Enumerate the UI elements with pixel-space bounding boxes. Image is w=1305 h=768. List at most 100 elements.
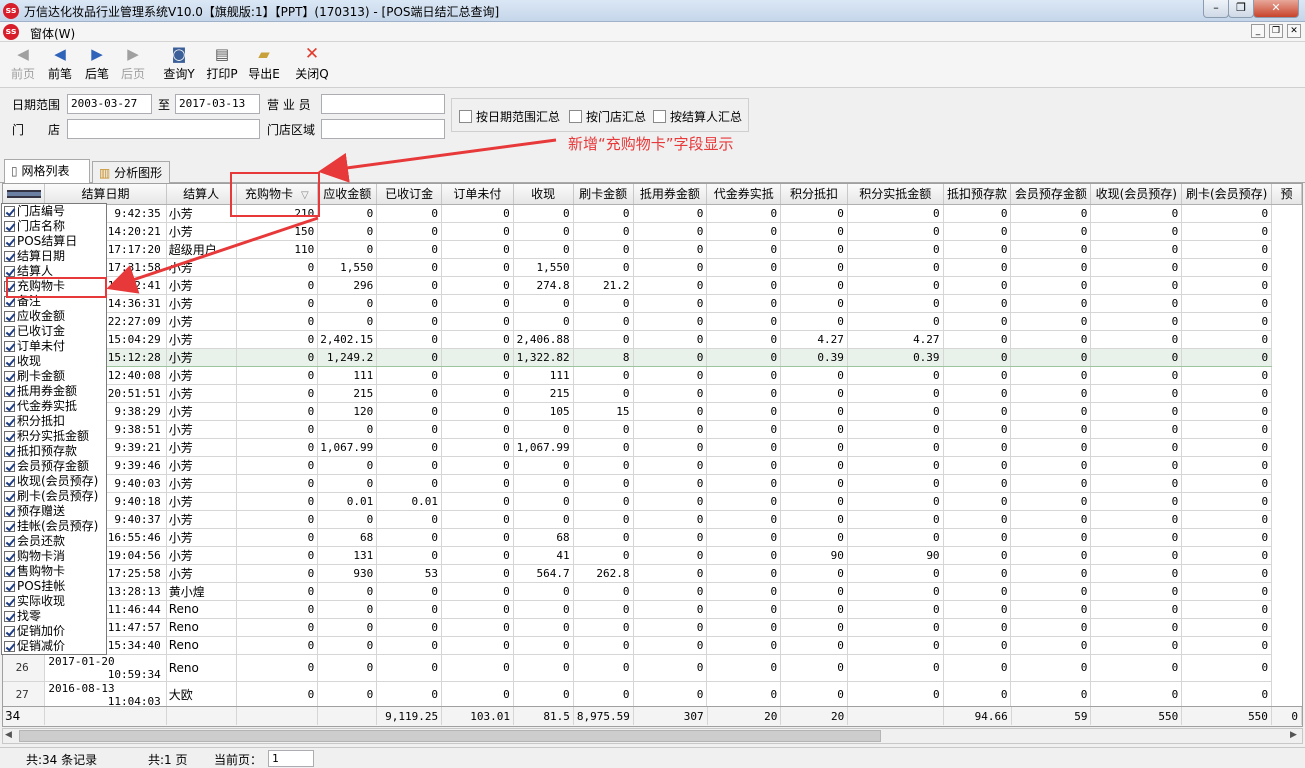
table-row[interactable]: 517:22:41小芳029600274.821.200000000 [3, 276, 1302, 295]
by-store-checkbox[interactable] [569, 110, 582, 123]
minimize-window-button[interactable]: – [1203, 0, 1229, 18]
table-row[interactable]: 179:40:18小芳00.010.0100000000000 [3, 492, 1302, 511]
column-visible-checkbox[interactable] [4, 386, 15, 397]
column-menu-item[interactable]: 促销加价 [2, 624, 106, 639]
table-row[interactable]: 317:17:20超级用户1100000000000000 [3, 240, 1302, 259]
column-visible-checkbox[interactable] [4, 356, 15, 367]
column-header[interactable]: 代金券实抵 [706, 184, 782, 205]
column-menu-item[interactable]: 抵用券金额 [2, 384, 106, 399]
table-row[interactable]: 1012:40:08小芳011100111000000000 [3, 366, 1302, 385]
query-button[interactable]: ◙ 查询Y [161, 42, 197, 86]
data-grid[interactable]: 结算日期 结算人 充购物卡 ▽ 应收金额 已收订金 订单未付 收现 刷卡金额 抵用券金额 代金券实抵… [2, 183, 1303, 707]
scroll-left-icon[interactable]: ◀ [5, 730, 12, 740]
column-visible-checkbox[interactable] [4, 566, 15, 577]
column-menu-item[interactable]: 会员预存金额 [2, 459, 106, 474]
table-row[interactable]: 189:40:37小芳00000000000000 [3, 510, 1302, 529]
table-row[interactable]: 149:39:21小芳01,067.99001,067.99000000000 [3, 438, 1302, 457]
scrollbar-thumb[interactable] [19, 730, 881, 742]
column-chooser-icon[interactable] [6, 189, 41, 198]
table-row[interactable]: 614:36:31小芳00000000000000 [3, 294, 1302, 313]
column-chooser-header[interactable] [3, 184, 46, 205]
column-menu-item[interactable]: 找零 [2, 609, 106, 624]
column-menu-item[interactable]: 结算日期 [2, 249, 106, 264]
column-menu-item[interactable]: 收现(会员预存) [2, 474, 106, 489]
next-record-button[interactable]: ▶ 后笔 [82, 42, 112, 86]
column-menu-item[interactable]: 刷卡金额 [2, 369, 106, 384]
table-row[interactable]: 2515:34:40Reno00000000000000 [3, 636, 1302, 655]
store-region-input[interactable] [321, 119, 445, 139]
print-button[interactable]: ▤ 打印P [204, 42, 240, 86]
close-button[interactable]: ✕ 关闭Q [294, 42, 330, 86]
table-row[interactable]: 915:12:28小芳01,249.2001,322.828000.390.39… [3, 347, 1302, 367]
column-visible-checkbox[interactable] [4, 416, 15, 427]
column-visible-checkbox[interactable] [4, 461, 15, 472]
table-row[interactable]: 27 2016-08-13 11:04:03 大欧 0 0 0 0 0 0 0 0 0 0 0 0 0 0 [3, 681, 1302, 706]
clerk-input[interactable] [321, 94, 445, 114]
table-row[interactable]: 417:31:58小芳01,550001,550000000000 [3, 258, 1302, 277]
by-settler-checkbox[interactable] [653, 110, 666, 123]
column-visible-checkbox[interactable] [4, 221, 15, 232]
column-chooser-menu[interactable]: 门店编号 门店名称 POS结算日 结算日期 结算人 充购物卡 备注 应收金额 已收订金 订单未付收… [1, 203, 107, 655]
column-menu-item[interactable]: 代金券实抵 [2, 399, 106, 414]
column-menu-item[interactable]: 收现 [2, 354, 106, 369]
column-visible-checkbox[interactable] [4, 431, 15, 442]
mdi-close-button[interactable]: ✕ [1287, 24, 1301, 38]
mdi-restore-button[interactable]: ❐ [1269, 24, 1283, 38]
restore-window-button[interactable]: ❐ [1228, 0, 1254, 18]
column-visible-checkbox[interactable] [4, 641, 15, 652]
table-row[interactable]: 2019:04:56小芳0131004100090900000 [3, 546, 1302, 565]
column-menu-item[interactable]: 已收订金 [2, 324, 106, 339]
column-visible-checkbox[interactable] [4, 611, 15, 622]
menu-item-window[interactable]: 窗体(W) [30, 25, 75, 42]
table-row[interactable]: 1916:55:46小芳0680068000000000 [3, 528, 1302, 547]
prev-page-button[interactable]: ◀ 前页 [8, 42, 38, 86]
table-row[interactable]: 159:39:46小芳00000000000000 [3, 456, 1302, 475]
date-from-input[interactable]: 2003-03-27 [67, 94, 152, 114]
table-row[interactable]: 815:04:29小芳02,402.15002,406.880004.274.2… [3, 330, 1302, 349]
column-visible-checkbox[interactable] [4, 551, 15, 562]
column-menu-item[interactable]: 挂帐(会员预存) [2, 519, 106, 534]
column-header[interactable]: 订单未付 [441, 184, 514, 205]
column-header[interactable]: 积分抵扣 [780, 184, 848, 205]
column-visible-checkbox[interactable] [4, 326, 15, 337]
table-row[interactable]: 722:27:09小芳00000000000000 [3, 312, 1302, 331]
by-date-checkbox[interactable] [459, 110, 472, 123]
close-window-button[interactable]: ✕ [1253, 0, 1299, 18]
store-input[interactable] [67, 119, 260, 139]
column-header[interactable]: 收现(会员预存) [1090, 184, 1183, 205]
table-row[interactable]: 26 2017-01-20 10:59:34 Reno 0 0 0 0 0 0 0 0 0 0 0 0 0 0 [3, 654, 1302, 682]
prev-record-button[interactable]: ◀ 前笔 [45, 42, 75, 86]
tab-analysis-chart[interactable]: ▥ 分析图形 [92, 161, 170, 183]
mdi-minimize-button[interactable]: _ [1251, 24, 1265, 38]
tab-grid-list[interactable]: ▯ 网格列表 [4, 159, 90, 183]
column-header[interactable]: 预 [1271, 184, 1302, 205]
column-menu-item[interactable]: 促销减价 [2, 639, 106, 654]
column-menu-item[interactable]: 门店名称 [2, 219, 106, 234]
column-header[interactable]: 抵用券金额 [633, 184, 708, 205]
column-header[interactable]: 刷卡金额 [573, 184, 634, 205]
column-header[interactable]: 抵扣预存款 [943, 184, 1012, 205]
column-visible-checkbox[interactable] [4, 371, 15, 382]
column-visible-checkbox[interactable] [4, 401, 15, 412]
scroll-right-icon[interactable]: ▶ [1290, 730, 1297, 740]
table-row[interactable]: 2117:25:58小芳0930530564.7262.800000000 [3, 564, 1302, 583]
column-menu-item[interactable]: 积分抵扣 [2, 414, 106, 429]
column-menu-item[interactable]: 预存赠送 [2, 504, 106, 519]
column-visible-checkbox[interactable] [4, 626, 15, 637]
column-header[interactable]: 结算日期 [44, 184, 167, 205]
column-header[interactable]: 结算人 [166, 184, 237, 205]
table-row[interactable]: 1120:51:51小芳021500215000000000 [3, 384, 1302, 403]
column-menu-item[interactable]: 售购物卡 [2, 564, 106, 579]
table-row[interactable]: 139:38:51小芳00000000000000 [3, 420, 1302, 439]
column-header[interactable]: 会员预存金额 [1010, 184, 1092, 205]
column-visible-checkbox[interactable] [4, 341, 15, 352]
table-row[interactable]: 2411:47:57Reno00000000000000 [3, 618, 1302, 637]
current-page-input[interactable]: 1 [268, 750, 314, 767]
column-visible-checkbox[interactable] [4, 266, 15, 277]
date-to-input[interactable]: 2017-03-13 [175, 94, 260, 114]
column-menu-item[interactable]: POS挂帐 [2, 579, 106, 594]
table-row[interactable]: 214:20:21小芳1500000000000000 [3, 222, 1302, 241]
column-menu-item[interactable]: 刷卡(会员预存) [2, 489, 106, 504]
table-row[interactable]: 2311:46:44Reno00000000000000 [3, 600, 1302, 619]
table-row[interactable]: 2213:28:13黄小煌00000000000000 [3, 582, 1302, 601]
